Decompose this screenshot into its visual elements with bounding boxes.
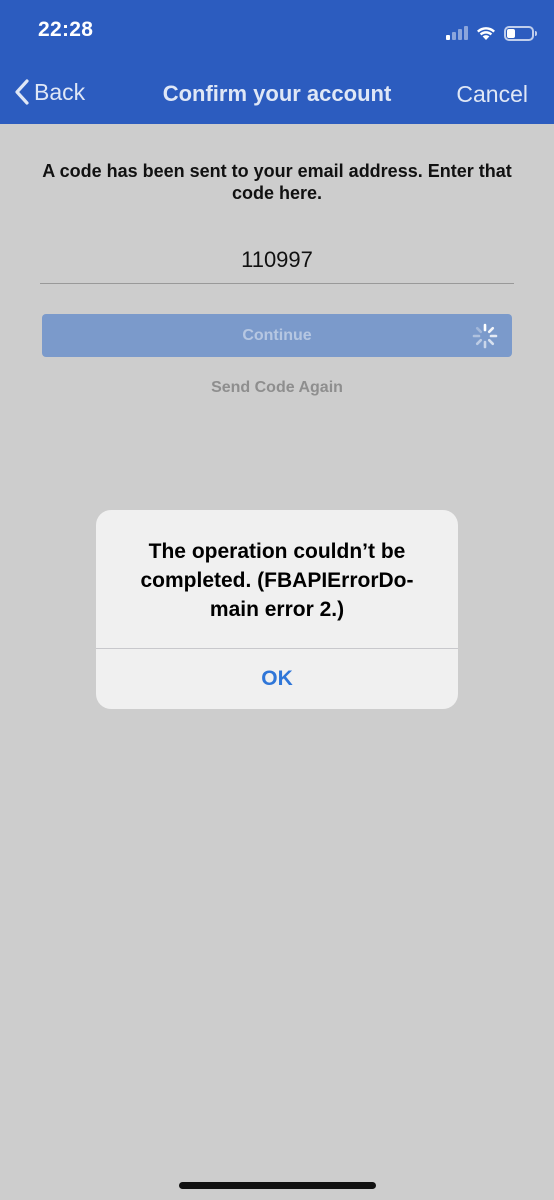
instruction-text: A code has been sent to your email addre…: [42, 161, 512, 203]
continue-label: Continue: [242, 326, 312, 344]
code-input[interactable]: [40, 236, 514, 284]
nav-bar: Back Confirm your account Cancel: [0, 64, 554, 124]
cancel-button[interactable]: Cancel: [456, 81, 528, 108]
status-bar: 22:28: [0, 0, 554, 64]
continue-button[interactable]: Continue: [42, 314, 512, 357]
status-icons: [446, 22, 537, 44]
loading-spinner-icon: [472, 323, 498, 349]
header: 22:28 Back Confirm your account Cancel: [0, 0, 554, 124]
error-alert: The operation couldn’t be completed. (FB…: [96, 510, 458, 709]
status-time: 22:28: [38, 18, 94, 41]
battery-icon: [504, 25, 537, 41]
cellular-signal-icon: [446, 26, 468, 40]
alert-message: The operation couldn’t be completed. (FB…: [140, 540, 414, 621]
send-code-again-link[interactable]: Send Code Again: [0, 379, 554, 397]
wifi-icon: [477, 26, 495, 40]
home-indicator[interactable]: [179, 1182, 376, 1189]
confirm-account-screen: 22:28 Back Confirm your account Cancel A…: [0, 0, 554, 1200]
battery-fill: [507, 28, 516, 38]
alert-ok-button[interactable]: OK: [96, 649, 458, 709]
